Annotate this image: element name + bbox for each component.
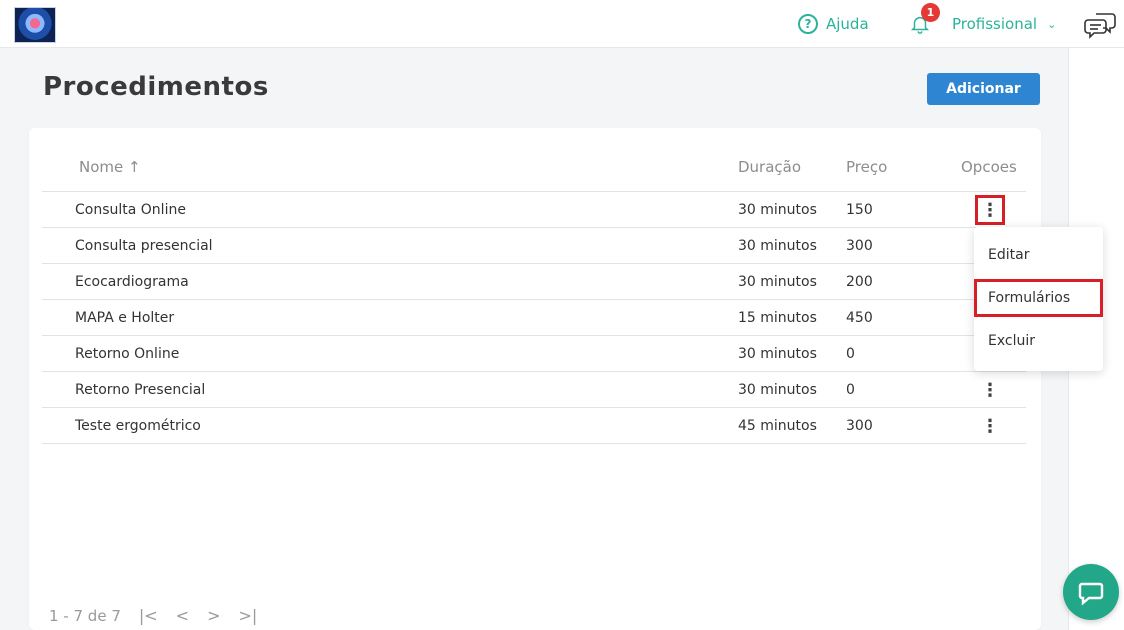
- cell-preco: 450: [846, 310, 873, 326]
- column-header-duracao[interactable]: Duração: [738, 158, 801, 176]
- table-row[interactable]: Consulta Online 30 minutos 150 ⋮: [42, 192, 1026, 228]
- cell-duracao: 30 minutos: [738, 274, 817, 290]
- cell-nome: MAPA e Holter: [75, 310, 175, 326]
- row-options-kebab-icon[interactable]: ⋮: [976, 376, 1004, 404]
- help-label: Ajuda: [826, 15, 869, 33]
- table-row[interactable]: Teste ergométrico 45 minutos 300 ⋮: [42, 408, 1026, 444]
- menu-item-editar[interactable]: Editar: [974, 236, 1103, 274]
- help-icon: ?: [798, 14, 818, 34]
- cell-duracao: 30 minutos: [738, 346, 817, 362]
- app-logo[interactable]: [14, 7, 56, 43]
- chevron-down-icon: ⌄: [1047, 17, 1057, 31]
- table-row[interactable]: Retorno Online 30 minutos 0: [42, 336, 1026, 372]
- cell-nome: Consulta presencial: [75, 238, 213, 254]
- table-header: Nome ↑ Duração Preço Opcoes: [42, 148, 1026, 192]
- table-body: Consulta Online 30 minutos 150 ⋮ Consult…: [42, 192, 1026, 444]
- cell-duracao: 30 minutos: [738, 202, 817, 218]
- row-options-menu: Editar Formulários Excluir: [974, 227, 1103, 371]
- previous-page-icon[interactable]: <: [176, 606, 189, 625]
- table-row[interactable]: Ecocardiograma 30 minutos 200: [42, 264, 1026, 300]
- cell-preco: 150: [846, 202, 873, 218]
- cell-nome: Consulta Online: [75, 202, 186, 218]
- pagination: 1 - 7 de 7 |< < > >|: [49, 606, 257, 625]
- cell-duracao: 45 minutos: [738, 418, 817, 434]
- notification-badge: 1: [921, 3, 940, 22]
- table-row[interactable]: Retorno Presencial 30 minutos 0 ⋮: [42, 372, 1026, 408]
- top-bar: ? Ajuda 1 Profissional ⌄: [0, 0, 1124, 48]
- chat-launcher-button[interactable]: [1063, 564, 1119, 620]
- chat-icon: [1078, 582, 1104, 606]
- cell-duracao: 15 minutos: [738, 310, 817, 326]
- procedures-table-card: Nome ↑ Duração Preço Opcoes Consulta Onl…: [29, 128, 1041, 630]
- cell-preco: 0: [846, 346, 855, 362]
- first-page-icon[interactable]: |<: [139, 606, 158, 625]
- cell-nome: Teste ergométrico: [75, 418, 201, 434]
- add-button[interactable]: Adicionar: [927, 73, 1040, 105]
- help-link[interactable]: ? Ajuda: [798, 13, 869, 35]
- page-title: Procedimentos: [43, 72, 269, 102]
- column-header-opcoes: Opcoes: [961, 158, 1017, 176]
- column-header-preco[interactable]: Preço: [846, 158, 887, 176]
- cell-preco: 300: [846, 238, 873, 254]
- last-page-icon[interactable]: >|: [238, 606, 257, 625]
- row-options-kebab-icon[interactable]: ⋮: [975, 195, 1005, 225]
- cell-duracao: 30 minutos: [738, 238, 817, 254]
- row-options-kebab-icon[interactable]: ⋮: [976, 412, 1004, 440]
- pagination-range: 1 - 7 de 7: [49, 606, 121, 625]
- cell-preco: 300: [846, 418, 873, 434]
- table-row[interactable]: Consulta presencial 30 minutos 300: [42, 228, 1026, 264]
- cell-preco: 0: [846, 382, 855, 398]
- cell-preco: 200: [846, 274, 873, 290]
- next-page-icon[interactable]: >: [207, 606, 220, 625]
- cell-nome: Retorno Online: [75, 346, 180, 362]
- table-row[interactable]: MAPA e Holter 15 minutos 450: [42, 300, 1026, 336]
- cell-nome: Ecocardiograma: [75, 274, 189, 290]
- cell-nome: Retorno Presencial: [75, 382, 206, 398]
- profile-menu[interactable]: Profissional ⌄: [952, 13, 1056, 35]
- column-header-nome[interactable]: Nome ↑: [79, 158, 141, 176]
- profile-label: Profissional: [952, 15, 1038, 33]
- menu-item-excluir[interactable]: Excluir: [974, 322, 1103, 360]
- chat-top-button[interactable]: [1084, 9, 1118, 39]
- cell-duracao: 30 minutos: [738, 382, 817, 398]
- chat-bubbles-icon: [1084, 13, 1116, 39]
- menu-item-formularios[interactable]: Formulários: [974, 279, 1103, 317]
- notifications-button[interactable]: 1: [909, 3, 940, 35]
